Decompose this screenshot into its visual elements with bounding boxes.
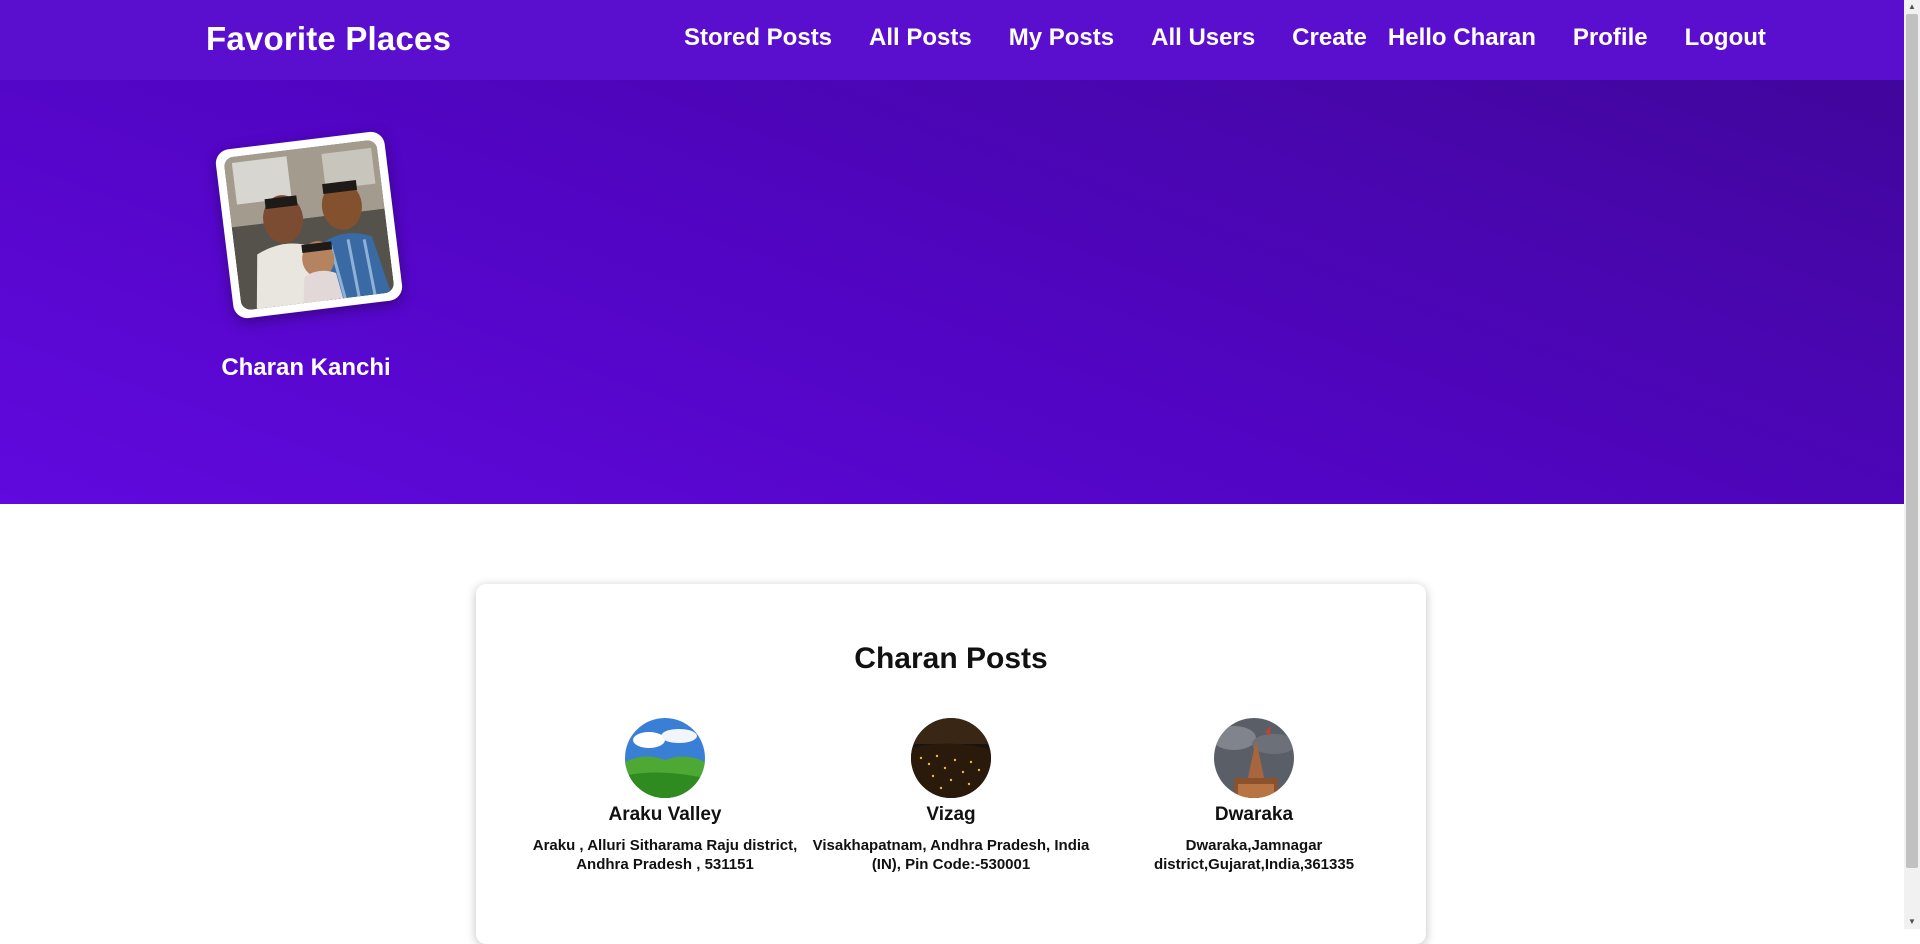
brand-logo-text[interactable]: Favorite Places bbox=[206, 20, 451, 58]
post-thumbnail-vizag[interactable] bbox=[911, 718, 991, 798]
scrollbar-thumb[interactable] bbox=[1906, 14, 1918, 868]
post-title[interactable]: Araku Valley bbox=[513, 804, 817, 826]
nav-greeting: Hello Charan bbox=[1387, 24, 1536, 51]
nav-stored-posts[interactable]: Stored Posts bbox=[684, 24, 832, 52]
posts-card: Charan Posts Araku Valley Araku , Alluri… bbox=[476, 584, 1426, 944]
post-address: Araku , Alluri Sitharama Raju district, … bbox=[532, 837, 798, 873]
post-item[interactable]: Araku Valley Araku , Alluri Sitharama Ra… bbox=[513, 718, 817, 874]
post-address: Dwaraka,Jamnagar district,Gujarat,India,… bbox=[1153, 837, 1355, 873]
nav-all-users[interactable]: All Users bbox=[1151, 24, 1255, 52]
nav-create[interactable]: Create bbox=[1292, 24, 1367, 52]
nav-all-posts[interactable]: All Posts bbox=[869, 24, 972, 52]
profile-avatar bbox=[214, 130, 404, 320]
avatar-photo bbox=[223, 139, 395, 311]
post-address: Visakhapatnam, Andhra Pradesh, India (IN… bbox=[812, 837, 1090, 873]
posts-card-title: Charan Posts bbox=[854, 642, 1048, 675]
nav-my-posts[interactable]: My Posts bbox=[1009, 24, 1114, 52]
scroll-down-arrow-icon[interactable]: ▼ bbox=[1904, 915, 1920, 929]
profile-name: Charan Kanchi bbox=[221, 354, 391, 381]
top-navbar: Favorite Places Stored Posts All Posts M… bbox=[0, 0, 1904, 80]
post-item[interactable]: Vizag Visakhapatnam, Andhra Pradesh, Ind… bbox=[799, 718, 1103, 874]
post-thumbnail-araku[interactable] bbox=[625, 718, 705, 798]
nav-links: Stored Posts All Posts My Posts All User… bbox=[684, 24, 1766, 52]
post-item[interactable]: Dwaraka Dwaraka,Jamnagar district,Gujara… bbox=[1102, 718, 1406, 874]
nav-profile[interactable]: Profile bbox=[1573, 24, 1648, 52]
nav-logout[interactable]: Logout bbox=[1685, 24, 1766, 52]
scroll-up-arrow-icon[interactable]: ▲ bbox=[1904, 0, 1920, 14]
post-title[interactable]: Dwaraka bbox=[1102, 804, 1406, 826]
post-title[interactable]: Vizag bbox=[799, 804, 1103, 826]
post-thumbnail-dwaraka[interactable] bbox=[1214, 718, 1294, 798]
